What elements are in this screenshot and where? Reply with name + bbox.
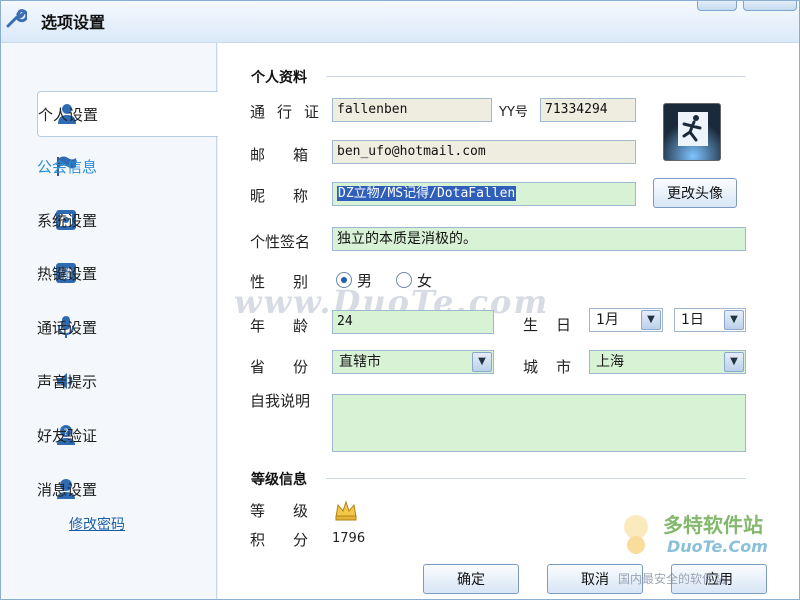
age-label: 年龄 <box>250 317 337 335</box>
section-title-level: 等级信息 <box>251 472 307 488</box>
birth-month-select[interactable]: 1月 ▼ <box>589 308 663 332</box>
chevron-down-icon: ▼ <box>472 352 492 372</box>
city-label: 城市 <box>523 358 590 376</box>
sidebar-item-call-settings[interactable]: 通话设置 <box>37 304 217 350</box>
sidebar-item-label: 声音提示 <box>37 372 98 391</box>
yy-number-field[interactable]: 71334294 <box>540 98 636 122</box>
nickname-field[interactable]: DZ立物/MS记得/DotaFallen <box>332 182 636 206</box>
avatar <box>663 103 721 161</box>
crown-level-icon <box>334 499 358 525</box>
window-title: 选项设置 <box>41 13 106 32</box>
chevron-down-icon: ▼ <box>724 352 744 372</box>
close-button[interactable] <box>743 1 797 11</box>
passport-label: 通行证 <box>250 103 332 121</box>
sidebar-item-system-settings[interactable]: 系统设置 <box>37 197 217 243</box>
duote-mascot-icon <box>624 515 648 554</box>
sidebar-item-sound-alerts[interactable]: 声音提示 <box>37 358 217 404</box>
birth-month-value: 1月 <box>596 312 619 328</box>
duote-logo-sub: DuoTe.Com <box>667 537 768 556</box>
sidebar-item-label: 热键设置 <box>37 264 98 283</box>
sidebar-item-label: 公会信息 <box>37 157 98 176</box>
wrench-icon <box>6 9 27 28</box>
options-dialog: 选项设置 个人设置 公会信息 系统设置 键 热键设置 通话设置 声音提示 ? 好… <box>0 0 800 600</box>
email-label: 邮箱 <box>250 146 337 164</box>
sidebar: 个人设置 公会信息 系统设置 键 热键设置 通话设置 声音提示 ? 好友验证 消… <box>1 43 218 599</box>
running-figure-avatar-icon <box>664 104 720 160</box>
sidebar-item-label: 系统设置 <box>37 211 98 230</box>
duote-logo-text: 多特软件站 <box>663 513 763 537</box>
birth-day-select[interactable]: 1日 ▼ <box>674 308 746 332</box>
sidebar-item-message-settings[interactable]: 消息设置 <box>37 466 217 512</box>
city-value: 上海 <box>596 354 624 370</box>
sidebar-item-label: 通话设置 <box>37 318 98 337</box>
change-avatar-button[interactable]: 更改头像 <box>653 178 737 208</box>
yy-label: YY号 <box>499 105 528 120</box>
sidebar-item-guild-info[interactable]: 公会信息 <box>37 143 217 189</box>
sidebar-item-label: 消息设置 <box>37 480 98 499</box>
nickname-label: 昵称 <box>250 187 337 205</box>
age-field[interactable]: 24 <box>332 310 494 334</box>
chevron-down-icon: ▼ <box>724 310 744 330</box>
section-divider <box>326 478 746 479</box>
chevron-down-icon: ▼ <box>641 310 661 330</box>
birth-day-value: 1日 <box>681 312 704 328</box>
email-field[interactable]: ben_ufo@hotmail.com <box>332 140 636 164</box>
section-divider <box>326 76 746 77</box>
signature-label: 个性签名 <box>250 233 311 251</box>
sidebar-item-label: 好友验证 <box>37 426 98 445</box>
sidebar-item-label: 个人设置 <box>38 105 99 124</box>
minimize-button[interactable] <box>697 1 737 11</box>
main-panel: 个人资料 通行证 fallenben YY号 71334294 邮箱 ben_u… <box>218 43 799 599</box>
duote-logo-watermark: 多特软件站 DuoTe.Com <box>613 505 793 565</box>
province-label: 省份 <box>250 358 337 376</box>
about-label: 自我说明 <box>250 392 311 410</box>
province-value: 直辖市 <box>339 354 381 370</box>
section-title-profile: 个人资料 <box>251 70 307 86</box>
province-select[interactable]: 直辖市 ▼ <box>332 350 494 374</box>
birthday-label: 生日 <box>523 316 590 334</box>
change-password-link[interactable]: 修改密码 <box>69 514 125 534</box>
footer-watermark: 国内最安全的软件站 <box>618 572 727 586</box>
points-label: 积分 <box>250 531 337 549</box>
sidebar-item-hotkey-settings[interactable]: 键 热键设置 <box>37 250 217 296</box>
nickname-selected-text: DZ立物/MS记得/DotaFallen <box>337 186 517 201</box>
sidebar-item-friend-verification[interactable]: ? 好友验证 <box>37 412 217 458</box>
points-value: 1796 <box>332 531 366 546</box>
sidebar-item-personal-settings[interactable]: 个人设置 <box>37 91 218 137</box>
title-bar[interactable]: 选项设置 <box>1 1 799 43</box>
city-select[interactable]: 上海 ▼ <box>589 350 746 374</box>
passport-field[interactable]: fallenben <box>332 98 492 122</box>
ok-button[interactable]: 确定 <box>423 564 519 594</box>
level-label: 等级 <box>250 502 337 520</box>
about-me-textarea[interactable] <box>332 394 746 452</box>
signature-field[interactable]: 独立的本质是消极的。 <box>332 227 746 251</box>
